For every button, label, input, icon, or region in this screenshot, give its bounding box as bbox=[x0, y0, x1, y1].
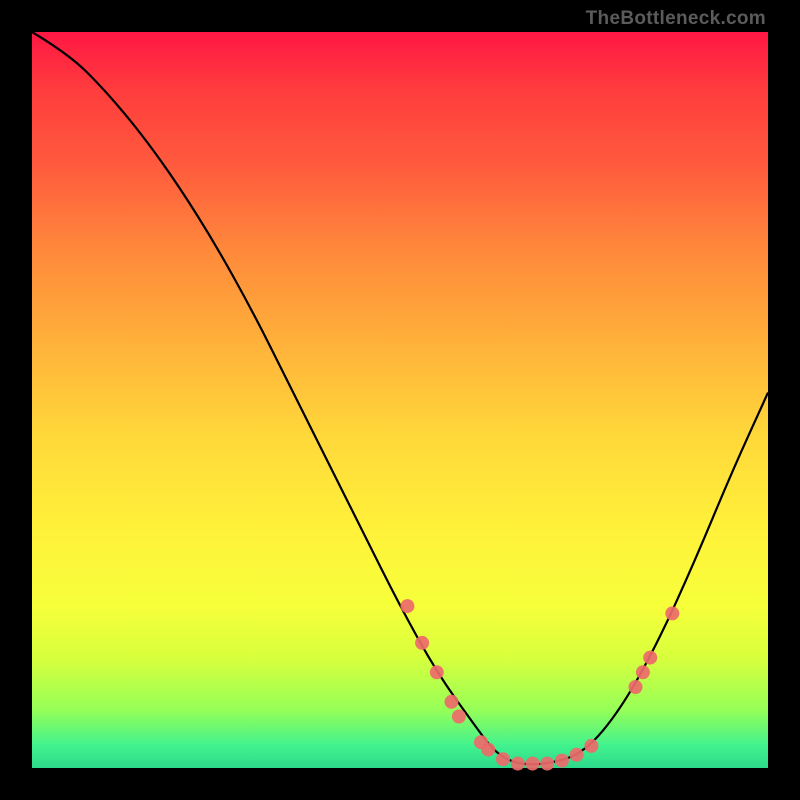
data-point bbox=[481, 743, 495, 757]
data-point bbox=[584, 739, 598, 753]
data-point bbox=[540, 757, 554, 771]
data-point bbox=[570, 748, 584, 762]
data-point bbox=[415, 636, 429, 650]
data-point bbox=[555, 754, 569, 768]
data-point bbox=[452, 710, 466, 724]
data-point bbox=[526, 757, 540, 771]
watermark: TheBottleneck.com bbox=[586, 8, 766, 30]
chart-frame: TheBottleneck.com bbox=[0, 0, 800, 800]
data-point bbox=[636, 665, 650, 679]
data-point bbox=[400, 599, 414, 613]
data-point bbox=[496, 752, 510, 766]
data-point bbox=[511, 757, 525, 771]
data-point bbox=[629, 680, 643, 694]
scatter-points bbox=[400, 599, 679, 771]
data-point bbox=[643, 651, 657, 665]
chart-svg bbox=[32, 32, 768, 768]
data-point bbox=[445, 695, 459, 709]
data-point bbox=[430, 665, 444, 679]
data-point bbox=[665, 606, 679, 620]
bottleneck-curve bbox=[32, 32, 768, 764]
